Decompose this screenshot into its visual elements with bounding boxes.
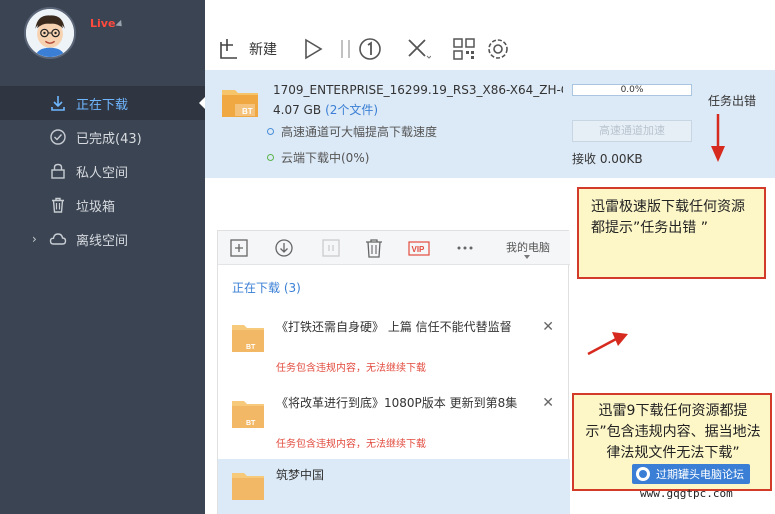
cloud-status-text: 云端下载中(0%) bbox=[281, 151, 370, 165]
svg-text:BT: BT bbox=[242, 107, 253, 116]
sidebar: Live 正在下载 已完成(43) 私人空间 垃圾箱 › 离线空间 bbox=[0, 0, 205, 514]
arrow-upright-icon bbox=[587, 332, 628, 356]
delete-button[interactable] bbox=[405, 36, 431, 62]
trash-icon[interactable] bbox=[363, 237, 385, 259]
folder-icon bbox=[232, 469, 264, 501]
svg-text:VIP: VIP bbox=[412, 245, 426, 254]
receive-speed: 接收 0.00KB bbox=[572, 152, 643, 166]
logo-icon bbox=[636, 467, 650, 481]
annotation-top: 迅雷极速版下载任何资源都提示”任务出错 ” bbox=[577, 187, 766, 279]
play-icon bbox=[305, 38, 323, 60]
arrow-down-icon bbox=[711, 114, 725, 162]
sub-section-title: 正在下载 (3) bbox=[232, 281, 301, 295]
list-item[interactable]: BT 《打铁还需自身硬》 上篇 信任不能代替监督 任务包含违规内容，无法继续下载… bbox=[218, 311, 570, 383]
task-size: 4.07 GB (2个文件) bbox=[273, 101, 378, 118]
sidebar-item-label: 垃圾箱 bbox=[76, 199, 116, 215]
vip-icon[interactable]: VIP bbox=[408, 237, 430, 259]
cloud-icon bbox=[48, 229, 68, 249]
sidebar-item-label: 离线空间 bbox=[76, 233, 129, 249]
download-icon bbox=[48, 93, 68, 113]
bt-file-icon: BT bbox=[221, 86, 259, 118]
qrcode-icon bbox=[453, 38, 475, 60]
highspeed-tip-text: 高速通道可大幅提高下载速度 bbox=[281, 125, 438, 139]
close-icon bbox=[408, 39, 431, 59]
settings-button[interactable] bbox=[485, 36, 511, 62]
task-files-link[interactable]: (2个文件) bbox=[325, 103, 378, 117]
sidebar-item-label: 正在下载 bbox=[76, 97, 129, 113]
watermark-logo: 过期罐头电脑论坛 bbox=[632, 464, 750, 484]
add-icon[interactable] bbox=[228, 237, 250, 259]
bt-folder-icon: BT bbox=[232, 321, 264, 353]
limit-icon bbox=[359, 38, 381, 60]
task-name: 1709_ENTERPRISE_16299.19_RS3_X86-X64_ZH-… bbox=[273, 83, 563, 97]
embedded-screenshot: VIP 我的电脑 正在下载 (3) BT 《打铁还需自身硬》 上篇 信任不能代替… bbox=[217, 230, 570, 514]
start-button[interactable] bbox=[300, 36, 326, 62]
close-icon[interactable]: ✕ bbox=[542, 395, 554, 411]
list-item[interactable]: BT 《将改革进行到底》1080P版本 更新到第8集 任务包含违规内容，无法继续… bbox=[218, 387, 570, 459]
annotation-bottom-text: 迅雷9下载任何资源都提示”包含违规内容、据当地法律法规文件无法下载” bbox=[585, 403, 761, 461]
sidebar-nav: 正在下载 已完成(43) 私人空间 垃圾箱 › 离线空间 bbox=[0, 86, 205, 256]
sub-toolbar: VIP 我的电脑 bbox=[218, 231, 570, 265]
cloud-status: 云端下载中(0%) bbox=[267, 149, 369, 166]
progress-text: 0.0% bbox=[620, 85, 644, 95]
task-size-value: 4.07 GB bbox=[273, 103, 322, 117]
trash-icon bbox=[48, 195, 68, 215]
avatar[interactable] bbox=[24, 7, 76, 59]
pause-button[interactable] bbox=[333, 36, 359, 62]
gear-icon bbox=[488, 39, 508, 59]
watermark-logo-text: 过期罐头电脑论坛 bbox=[656, 468, 744, 481]
svg-text:BT: BT bbox=[246, 420, 256, 427]
sidebar-item-trash[interactable]: 垃圾箱 bbox=[0, 188, 205, 222]
check-circle-icon bbox=[48, 127, 68, 147]
highspeed-button[interactable]: 高速通道加速 bbox=[572, 120, 692, 142]
list-item[interactable]: 筑梦中国 bbox=[218, 459, 570, 514]
list-item-title: 筑梦中国 bbox=[276, 468, 325, 482]
sidebar-item-offline[interactable]: › 离线空间 bbox=[0, 222, 205, 256]
list-item-title: 《将改革进行到底》1080P版本 更新到第8集 bbox=[276, 396, 518, 410]
task-status: 任务出错 bbox=[708, 94, 757, 108]
list-item-title: 《打铁还需自身硬》 上篇 信任不能代替监督 bbox=[276, 320, 512, 334]
pause-icon bbox=[341, 40, 350, 58]
sidebar-item-private[interactable]: 私人空间 bbox=[0, 154, 205, 188]
more-icon[interactable] bbox=[454, 237, 476, 259]
toolbar: 新建 bbox=[205, 0, 775, 70]
download-icon[interactable] bbox=[273, 237, 295, 259]
status-dot-icon bbox=[267, 128, 274, 135]
live-badge[interactable]: Live bbox=[90, 17, 115, 30]
close-icon[interactable]: ✕ bbox=[542, 319, 554, 335]
add-icon bbox=[220, 39, 237, 59]
sidebar-item-label: 私人空间 bbox=[76, 165, 129, 181]
task-row[interactable]: BT 1709_ENTERPRISE_16299.19_RS3_X86-X64_… bbox=[205, 70, 775, 178]
highspeed-tip: 高速通道可大幅提高下载速度 bbox=[267, 123, 437, 140]
list-item-warning: 任务包含违规内容，无法继续下载 bbox=[276, 363, 426, 374]
annotation-top-text: 迅雷极速版下载任何资源都提示”任务出错 ” bbox=[591, 199, 745, 236]
chevron-down-icon[interactable] bbox=[115, 19, 125, 30]
chevron-right-icon[interactable]: › bbox=[32, 232, 37, 246]
chevron-down-icon[interactable] bbox=[524, 255, 530, 259]
svg-text:BT: BT bbox=[246, 344, 256, 351]
progress-bar: 0.0% bbox=[572, 84, 692, 96]
qrcode-button[interactable] bbox=[451, 36, 477, 62]
sidebar-item-label: 已完成(43) bbox=[76, 131, 142, 147]
new-task-button[interactable]: 新建 bbox=[217, 36, 277, 62]
device-select[interactable]: 我的电脑 bbox=[506, 239, 550, 255]
new-task-label: 新建 bbox=[249, 42, 277, 58]
cloud-dot-icon bbox=[267, 154, 274, 161]
list-item-warning: 任务包含违规内容，无法继续下载 bbox=[276, 439, 426, 450]
watermark-url: www.gqgtpc.com bbox=[640, 487, 733, 500]
speed-limit-button[interactable] bbox=[357, 36, 383, 62]
sidebar-item-downloading[interactable]: 正在下载 bbox=[0, 86, 205, 120]
sidebar-item-completed[interactable]: 已完成(43) bbox=[0, 120, 205, 154]
pause-icon[interactable] bbox=[320, 237, 342, 259]
bt-folder-icon: BT bbox=[232, 397, 264, 429]
lock-icon bbox=[48, 161, 68, 181]
